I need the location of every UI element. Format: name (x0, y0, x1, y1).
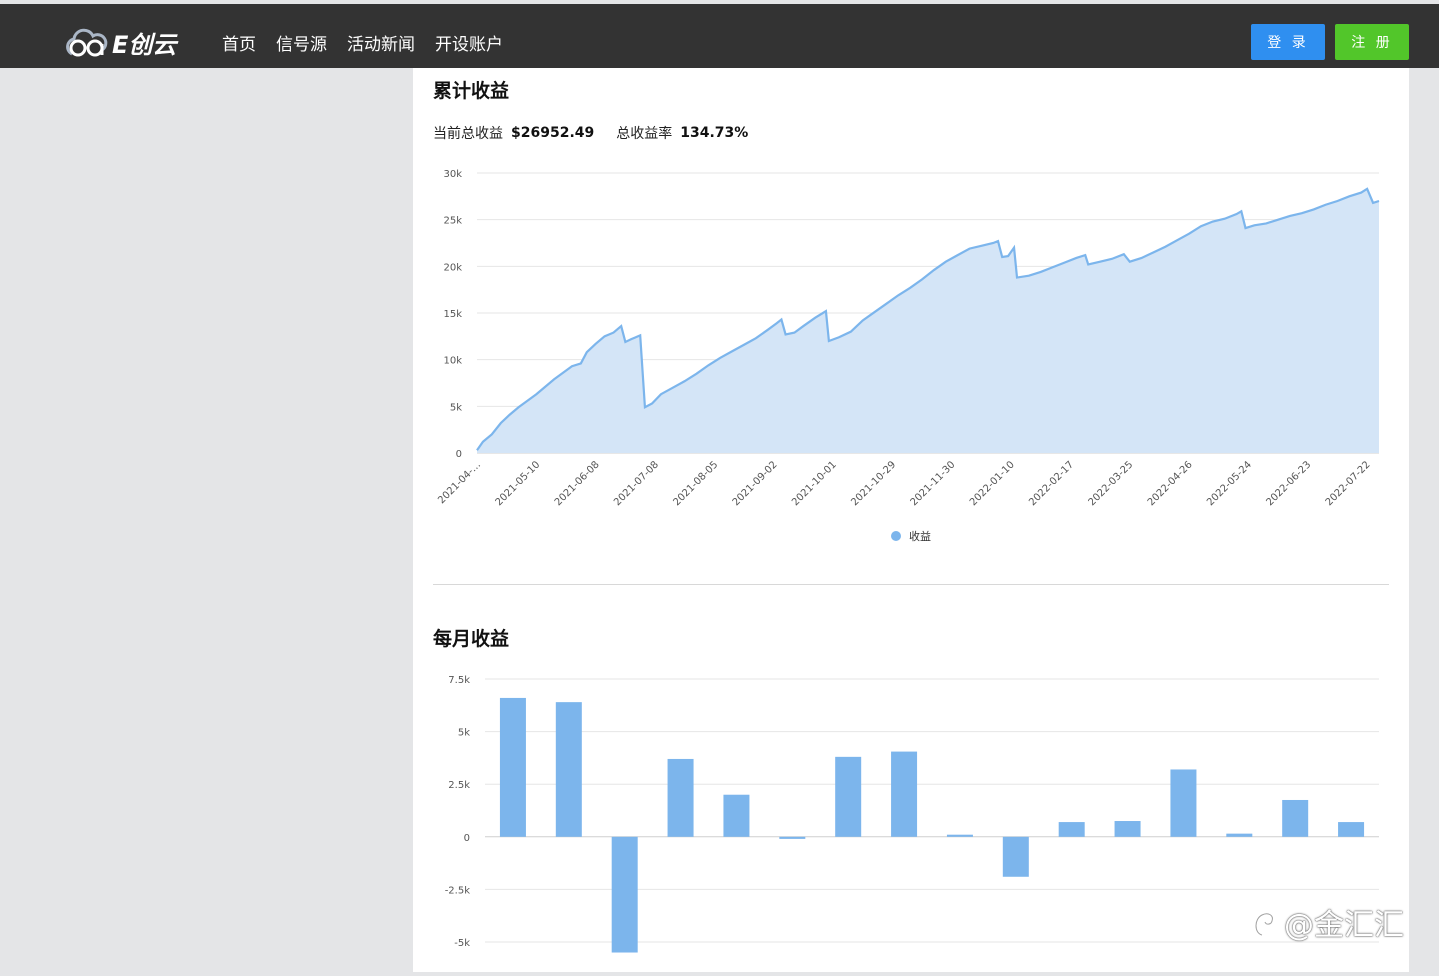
monthly-profit-chart[interactable]: -5k -2.5k 0 2.5k 5k 7.5k (413, 668, 1389, 972)
bar (667, 758, 694, 837)
x-tick-label: 2021-06-08 (553, 459, 602, 508)
bar (891, 751, 918, 837)
bar (555, 702, 582, 837)
y-tick-label: 5k (458, 728, 470, 739)
bar (1170, 769, 1197, 837)
bar (946, 834, 973, 837)
logo-text: E创云 (112, 30, 177, 59)
watermark-text: @金汇汇 (1284, 908, 1404, 943)
watermark-logo-icon (1254, 912, 1274, 937)
register-button[interactable]: 注 册 (1335, 24, 1409, 60)
x-tick-label: 2022-01-10 (968, 459, 1017, 508)
y-tick-label: 15k (443, 309, 462, 320)
cloud-logo-icon (66, 28, 108, 57)
section-divider (433, 584, 1389, 585)
bar (1114, 821, 1141, 837)
y-tick-label: 0 (456, 449, 462, 460)
total-rate-label: 总收益率 (616, 126, 673, 142)
content-panel: 累计收益 当前总收益 $26952.49 总收益率 134.73% 0 5k 10k… (413, 68, 1409, 972)
main-nav: 首页 信号源 活动新闻 开设账户 (222, 30, 523, 55)
bar (1002, 836, 1029, 877)
y-tick-label: 5k (450, 402, 462, 413)
nav-item-home[interactable]: 首页 (222, 30, 256, 55)
y-tick-label: 0 (464, 833, 470, 844)
legend-label: 收益 (909, 529, 931, 543)
x-tick-label: 2021-09-02 (731, 459, 780, 508)
bar (1226, 833, 1253, 837)
profit-stats: 当前总收益 $26952.49 总收益率 134.73% (433, 123, 770, 143)
bar (499, 697, 526, 837)
total-rate-value: 134.73% (680, 125, 749, 141)
x-tick-label: 2022-02-17 (1027, 459, 1076, 508)
x-tick-label: 2022-07-22 (1324, 459, 1373, 508)
area-fill (477, 188, 1379, 453)
bar (611, 836, 638, 953)
x-tick-label: 2021-10-01 (790, 459, 839, 508)
y-tick-label: 20k (443, 262, 462, 273)
monthly-title: 每月收益 (433, 628, 510, 650)
x-tick-label: 2022-06-23 (1264, 459, 1313, 508)
x-tick-label: 2021-04-… (436, 459, 483, 506)
x-tick-label: 2021-10-29 (849, 459, 898, 508)
cumulative-title: 累计收益 (433, 80, 510, 102)
total-profit-value: $26952.49 (511, 125, 595, 141)
x-tick-label: 2022-04-26 (1146, 459, 1195, 508)
x-tick-label: 2021-11-30 (909, 459, 958, 508)
nav-item-news[interactable]: 活动新闻 (347, 30, 415, 55)
bar (1058, 822, 1085, 837)
bar (1338, 822, 1365, 837)
cumulative-profit-chart[interactable]: 05k10k15k20k25k30k2021-04-… 2021-05-10 202… (413, 158, 1389, 578)
watermark: @金汇汇 (1250, 900, 1404, 944)
x-tick-label: 2021-05-10 (494, 459, 543, 508)
total-profit-label: 当前总收益 (433, 126, 503, 142)
x-tick-label: 2021-08-05 (671, 459, 720, 508)
y-tick-label: -5k (454, 938, 470, 949)
x-tick-label: 2022-03-25 (1087, 459, 1136, 508)
bar (723, 794, 750, 837)
login-button[interactable]: 登 录 (1251, 24, 1325, 60)
bar (1282, 799, 1309, 837)
nav-item-signals[interactable]: 信号源 (276, 30, 327, 55)
x-tick-label: 2022-05-24 (1205, 459, 1254, 508)
top-navbar: E创云 首页 信号源 活动新闻 开设账户 登 录 注 册 (0, 4, 1439, 68)
y-tick-label: 7.5k (448, 675, 470, 686)
y-tick-label: -2.5k (445, 885, 471, 896)
bar (779, 836, 806, 839)
legend-marker (891, 531, 901, 541)
y-tick-label: 30k (443, 169, 462, 180)
bar (835, 756, 862, 837)
y-tick-label: 25k (443, 216, 462, 227)
y-tick-label: 10k (443, 356, 462, 367)
x-tick-label: 2021-07-08 (612, 459, 661, 508)
y-tick-label: 2.5k (448, 780, 470, 791)
logo[interactable]: E创云 (64, 22, 196, 62)
nav-item-open-account[interactable]: 开设账户 (435, 30, 503, 55)
